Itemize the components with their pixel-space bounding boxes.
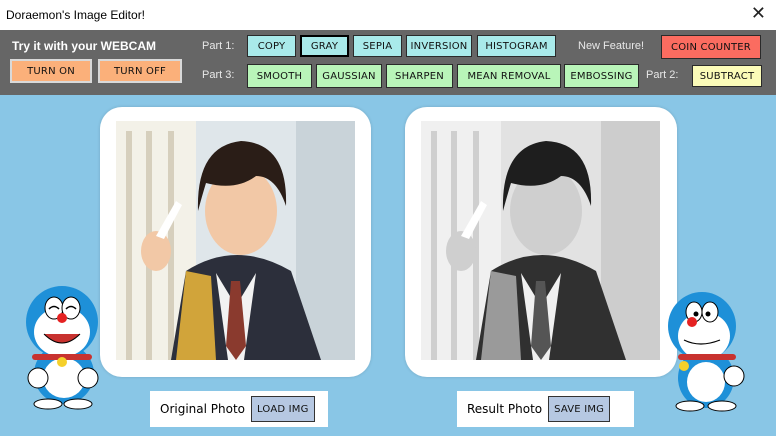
toolbar: Try it with your WEBCAM TURN ON TURN OFF… xyxy=(0,30,776,95)
copy-button[interactable]: COPY xyxy=(247,35,296,57)
doraemon-left-icon xyxy=(14,282,110,410)
turn-on-button[interactable]: TURN ON xyxy=(10,59,92,83)
window-title: Doraemon's Image Editor! xyxy=(6,8,146,22)
coin-counter-button[interactable]: COIN COUNTER xyxy=(661,35,761,59)
inversion-button[interactable]: INVERSION xyxy=(406,35,472,57)
original-photo-panel: Original Photo LOAD IMG xyxy=(150,391,328,427)
histogram-button[interactable]: HISTOGRAM xyxy=(477,35,556,57)
save-img-button[interactable]: SAVE IMG xyxy=(548,396,611,422)
gray-button[interactable]: GRAY xyxy=(300,35,349,57)
part1-label: Part 1: xyxy=(202,40,235,52)
result-photo-panel: Result Photo SAVE IMG xyxy=(457,391,634,427)
title-bar: Doraemon's Image Editor! ✕ xyxy=(0,0,776,30)
embossing-button[interactable]: EMBOSSING xyxy=(564,64,639,88)
new-feature-label: New Feature! xyxy=(578,40,645,52)
doraemon-right-icon xyxy=(660,290,760,412)
result-photo xyxy=(421,121,660,360)
subtract-button[interactable]: SUBTRACT xyxy=(692,65,762,87)
part3-label: Part 3: xyxy=(202,69,235,81)
sharpen-button[interactable]: SHARPEN xyxy=(386,64,453,88)
sepia-button[interactable]: SEPIA xyxy=(353,35,402,57)
gaussian-button[interactable]: GAUSSIAN xyxy=(316,64,382,88)
mean-removal-button[interactable]: MEAN REMOVAL xyxy=(457,64,561,88)
turn-off-button[interactable]: TURN OFF xyxy=(98,59,182,83)
close-icon[interactable]: ✕ xyxy=(751,4,766,24)
original-photo xyxy=(116,121,355,360)
result-photo-label: Result Photo xyxy=(467,402,543,416)
load-img-button[interactable]: LOAD IMG xyxy=(251,396,315,422)
original-photo-label: Original Photo xyxy=(160,402,246,416)
webcam-label: Try it with your WEBCAM xyxy=(12,39,156,53)
smooth-button[interactable]: SMOOTH xyxy=(247,64,312,88)
part2-label: Part 2: xyxy=(646,69,679,81)
